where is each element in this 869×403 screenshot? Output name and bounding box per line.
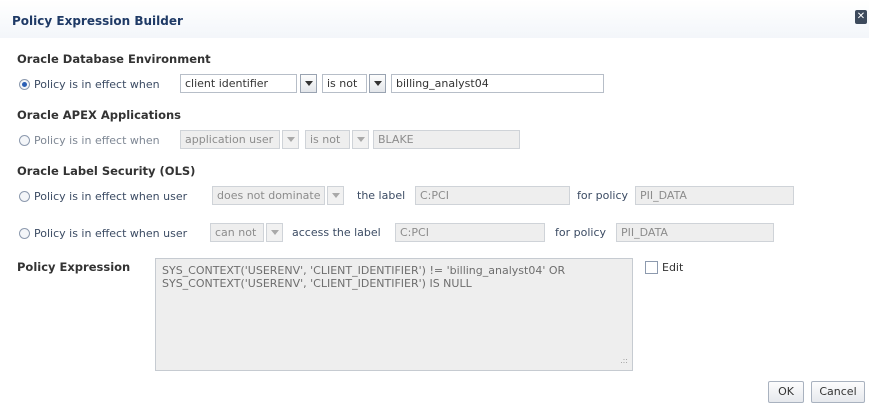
ols-row1-policy-text: for policy bbox=[577, 189, 629, 202]
ols-row2-radio[interactable] bbox=[19, 227, 30, 239]
ols-row2-radio-row[interactable]: Policy is in effect when user bbox=[19, 223, 187, 243]
ols-heading: Oracle Label Security (OLS) bbox=[17, 164, 196, 178]
edit-checkbox[interactable] bbox=[645, 261, 658, 274]
edit-checkbox-label: Edit bbox=[662, 261, 684, 274]
apex-attribute-select[interactable]: application user bbox=[180, 130, 280, 149]
apex-attribute-dropdown-icon[interactable] bbox=[282, 130, 299, 149]
policy-expression-line1: SYS_CONTEXT('USERENV', 'CLIENT_IDENTIFIE… bbox=[162, 264, 566, 277]
policy-expression-line2: SYS_CONTEXT('USERENV', 'CLIENT_IDENTIFIE… bbox=[162, 277, 472, 290]
db-env-radio[interactable] bbox=[19, 78, 30, 90]
ols-row2-label-text: access the label bbox=[292, 226, 381, 239]
apex-operator-dropdown-icon[interactable] bbox=[352, 130, 369, 149]
ols-row2-relation-select[interactable]: can not bbox=[210, 223, 264, 242]
db-env-value-input[interactable]: billing_analyst04 bbox=[391, 74, 604, 93]
policy-expression-builder-dialog: Policy Expression Builder ✕ Oracle Datab… bbox=[0, 0, 869, 403]
dialog-title: Policy Expression Builder bbox=[12, 14, 183, 28]
resize-grip-icon[interactable]: .:: bbox=[620, 354, 628, 367]
ols-row2-policy-text: for policy bbox=[555, 226, 607, 239]
db-env-heading: Oracle Database Environment bbox=[17, 52, 211, 66]
ols-row2-radio-label: Policy is in effect when user bbox=[34, 226, 188, 240]
ols-row1-label-text: the label bbox=[357, 189, 406, 202]
apex-heading: Oracle APEX Applications bbox=[17, 108, 182, 122]
ols-row1-radio-label: Policy is in effect when user bbox=[34, 189, 188, 203]
db-env-radio-row[interactable]: Policy is in effect when bbox=[19, 74, 160, 94]
cancel-button[interactable]: Cancel bbox=[811, 381, 865, 403]
ols-row2-label-input[interactable]: C:PCI bbox=[395, 223, 545, 242]
ols-row1-radio-row[interactable]: Policy is in effect when user bbox=[19, 186, 187, 206]
ols-row1-relation-select[interactable]: does not dominate bbox=[212, 186, 325, 205]
db-env-operator-select[interactable]: is not bbox=[322, 74, 367, 93]
ols-row2-policy-input[interactable]: PII_DATA bbox=[616, 223, 774, 242]
apex-operator-select[interactable]: is not bbox=[305, 130, 350, 149]
policy-expression-heading: Policy Expression bbox=[17, 260, 131, 274]
policy-expression-textarea[interactable]: SYS_CONTEXT('USERENV', 'CLIENT_IDENTIFIE… bbox=[155, 258, 633, 371]
apex-radio[interactable] bbox=[19, 134, 30, 146]
close-icon[interactable]: ✕ bbox=[855, 10, 867, 24]
db-env-attribute-select[interactable]: client identifier bbox=[180, 74, 297, 93]
db-env-operator-dropdown-icon[interactable] bbox=[369, 74, 386, 93]
ols-row1-policy-input[interactable]: PII_DATA bbox=[635, 186, 794, 205]
ols-row1-radio[interactable] bbox=[19, 190, 30, 202]
apex-radio-label: Policy is in effect when bbox=[34, 133, 160, 147]
ols-row1-label-input[interactable]: C:PCI bbox=[415, 186, 570, 205]
db-env-radio-label: Policy is in effect when bbox=[34, 77, 160, 91]
apex-radio-row[interactable]: Policy is in effect when bbox=[19, 130, 160, 150]
ols-row2-relation-dropdown-icon[interactable] bbox=[266, 223, 283, 242]
db-env-attribute-dropdown-icon[interactable] bbox=[300, 74, 317, 93]
ok-button[interactable]: OK bbox=[768, 381, 804, 403]
ols-row1-relation-dropdown-icon[interactable] bbox=[327, 186, 344, 205]
apex-value-input[interactable]: BLAKE bbox=[373, 130, 520, 149]
